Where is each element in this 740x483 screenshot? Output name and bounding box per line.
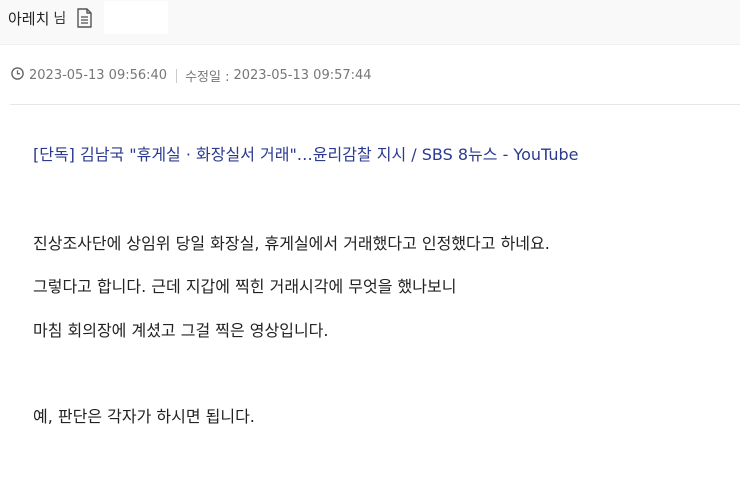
meta-separator [176,68,178,83]
modified-date: 2023-05-13 09:57:44 [233,68,372,83]
created-date: 2023-05-13 09:56:40 [29,68,168,83]
author-info[interactable]: 아레치 님 [8,7,93,29]
post-paragraph: 그렇다고 합니다. 근데 지갑에 찍힌 거래시각에 무엇을 했나보니 [33,277,457,296]
clock-icon [11,67,29,84]
meta-divider [10,104,740,105]
modified-label: 수정일 : [185,70,230,85]
post-view: 아레치 님 2023-05-13 09:56:40 수정일 : 2023-05-… [0,0,740,483]
author-honorific: 님 [53,11,67,27]
author-name[interactable]: 아레치 [8,8,49,29]
redacted-area [104,1,168,34]
post-header: 아레치 님 [0,0,740,45]
post-paragraph: 마침 회의장에 계셨고 그걸 찍은 영상입니다. [33,321,329,340]
post-paragraph: 진상조사단에 상임위 당일 화장실, 휴게실에서 거래했다고 인정했다고 하네요… [33,234,550,253]
youtube-link[interactable]: [단독] 김남국 "휴게실 · 화장실서 거래"…윤리감찰 지시 / SBS 8… [33,141,579,165]
post-meta: 2023-05-13 09:56:40 수정일 : 2023-05-13 09:… [11,66,372,85]
post-paragraph: 예, 판단은 각자가 하시면 됩니다. [33,407,255,426]
document-icon[interactable] [76,8,93,28]
